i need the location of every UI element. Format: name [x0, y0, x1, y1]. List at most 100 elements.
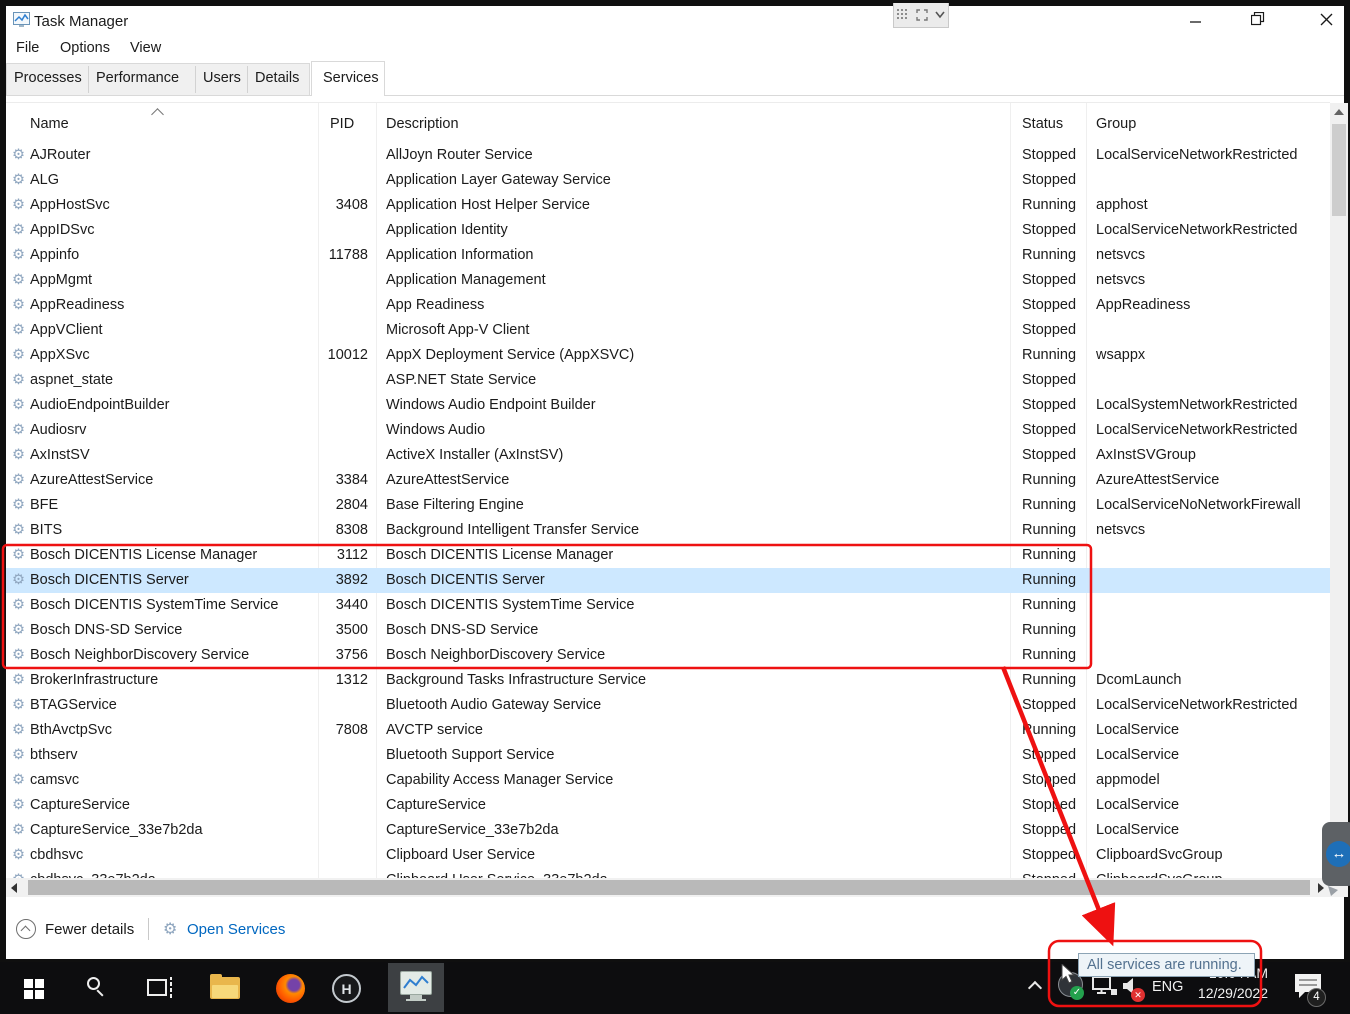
- tab-performance[interactable]: Performance: [96, 70, 179, 86]
- service-gear-icon: ⚙: [12, 693, 25, 718]
- table-row[interactable]: ⚙Bosch NeighborDiscovery Service3756Bosc…: [6, 643, 1330, 668]
- table-row[interactable]: ⚙AppXSvc10012AppX Deployment Service (Ap…: [6, 343, 1330, 368]
- service-gear-icon: ⚙: [12, 568, 25, 593]
- table-row[interactable]: ⚙camsvcCapability Access Manager Service…: [6, 768, 1330, 793]
- table-row[interactable]: ⚙AJRouterAllJoyn Router ServiceStoppedLo…: [6, 143, 1330, 168]
- cell-pid: 3408: [300, 193, 368, 218]
- table-row[interactable]: ⚙CaptureServiceCaptureServiceStoppedLoca…: [6, 793, 1330, 818]
- cell-name: AppMgmt: [30, 268, 92, 293]
- scroll-left-icon[interactable]: [11, 883, 17, 893]
- column-header-status[interactable]: Status: [1022, 116, 1063, 132]
- service-gear-icon: ⚙: [12, 718, 25, 743]
- cell-description: Windows Audio Endpoint Builder: [386, 393, 596, 418]
- table-row[interactable]: ⚙Bosch DICENTIS SystemTime Service3440Bo…: [6, 593, 1330, 618]
- firefox-icon[interactable]: [276, 974, 305, 1003]
- cell-group: DcomLaunch: [1096, 668, 1181, 693]
- cell-name: BFE: [30, 493, 58, 518]
- vertical-scrollbar-thumb[interactable]: [1332, 124, 1346, 216]
- cell-group: ClipboardSvcGroup: [1096, 868, 1223, 878]
- table-row[interactable]: ⚙AppMgmtApplication ManagementStoppednet…: [6, 268, 1330, 293]
- menu-view[interactable]: View: [130, 40, 161, 56]
- start-button[interactable]: [24, 979, 44, 999]
- service-gear-icon: ⚙: [12, 243, 25, 268]
- table-row[interactable]: ⚙AppHostSvc3408Application Host Helper S…: [6, 193, 1330, 218]
- cell-pid: 8308: [300, 518, 368, 543]
- menu-options[interactable]: Options: [60, 40, 110, 56]
- volume-muted-x-badge: ✕: [1131, 988, 1145, 1002]
- table-row[interactable]: ⚙AudioEndpointBuilderWindows Audio Endpo…: [6, 393, 1330, 418]
- tab-services[interactable]: Services: [311, 61, 385, 96]
- fewer-details-chevron-icon[interactable]: [16, 919, 36, 939]
- table-row[interactable]: ⚙AudiosrvWindows AudioStoppedLocalServic…: [6, 418, 1330, 443]
- table-row[interactable]: ⚙Appinfo11788Application InformationRunn…: [6, 243, 1330, 268]
- table-row[interactable]: ⚙cbdhsvcClipboard User ServiceStoppedCli…: [6, 843, 1330, 868]
- cell-name: Bosch NeighborDiscovery Service: [30, 643, 249, 668]
- expand-icon: [916, 9, 928, 21]
- table-row[interactable]: ⚙BrokerInfrastructure1312Background Task…: [6, 668, 1330, 693]
- table-row[interactable]: ⚙bthservBluetooth Support ServiceStopped…: [6, 743, 1330, 768]
- table-row[interactable]: ⚙cbdhsvc_33e7b2daClipboard User Service_…: [6, 868, 1330, 878]
- column-header-pid[interactable]: PID: [330, 116, 354, 132]
- open-services-link[interactable]: Open Services: [187, 921, 285, 938]
- cell-pid: 11788: [300, 243, 368, 268]
- table-row[interactable]: ⚙AzureAttestService3384AzureAttestServic…: [6, 468, 1330, 493]
- table-row[interactable]: ⚙aspnet_stateASP.NET State ServiceStoppe…: [6, 368, 1330, 393]
- close-button[interactable]: [1311, 8, 1341, 30]
- tab-separator: [247, 66, 248, 93]
- service-ok-check-badge: ✓: [1070, 986, 1084, 1000]
- scroll-right-icon[interactable]: [1318, 883, 1324, 893]
- service-gear-icon: ⚙: [12, 393, 25, 418]
- table-row[interactable]: ⚙AxInstSVActiveX Installer (AxInstSV)Sto…: [6, 443, 1330, 468]
- minimize-button[interactable]: [1181, 8, 1211, 30]
- table-row[interactable]: ⚙ALGApplication Layer Gateway ServiceSto…: [6, 168, 1330, 193]
- table-row[interactable]: ⚙BITS8308Background Intelligent Transfer…: [6, 518, 1330, 543]
- cell-status: Stopped: [1022, 143, 1076, 168]
- cell-group: AppReadiness: [1096, 293, 1190, 318]
- table-row[interactable]: ⚙BTAGServiceBluetooth Audio Gateway Serv…: [6, 693, 1330, 718]
- cell-description: CaptureService_33e7b2da: [386, 818, 559, 843]
- cell-group: appmodel: [1096, 768, 1160, 793]
- tooltip: All services are running.: [1078, 953, 1255, 977]
- cell-name: Bosch DICENTIS Server: [30, 568, 189, 593]
- table-row[interactable]: ⚙AppIDSvcApplication IdentityStoppedLoca…: [6, 218, 1330, 243]
- cell-status: Running: [1022, 343, 1076, 368]
- service-gear-icon: ⚙: [12, 518, 25, 543]
- table-row[interactable]: ⚙BFE2804Base Filtering EngineRunningLoca…: [6, 493, 1330, 518]
- cell-group: LocalServiceNoNetworkFirewall: [1096, 493, 1301, 518]
- menu-file[interactable]: File: [16, 40, 39, 56]
- table-row[interactable]: ⚙Bosch DNS-SD Service3500Bosch DNS-SD Se…: [6, 618, 1330, 643]
- remote-session-toolbar[interactable]: [893, 3, 949, 28]
- cell-description: Microsoft App-V Client: [386, 318, 529, 343]
- table-row[interactable]: ⚙CaptureService_33e7b2daCaptureService_3…: [6, 818, 1330, 843]
- task-manager-app-icon: [13, 12, 30, 28]
- service-gear-icon: ⚙: [12, 343, 25, 368]
- service-gear-icon: ⚙: [12, 268, 25, 293]
- cell-description: AppX Deployment Service (AppXSVC): [386, 343, 634, 368]
- cell-status: Stopped: [1022, 818, 1076, 843]
- column-header-name[interactable]: Name: [30, 116, 69, 132]
- column-header-group[interactable]: Group: [1096, 116, 1136, 132]
- column-header-description[interactable]: Description: [386, 116, 459, 132]
- search-icon[interactable]: [87, 977, 100, 990]
- cell-name: AppReadiness: [30, 293, 124, 318]
- cell-name: Appinfo: [30, 243, 79, 268]
- tab-processes[interactable]: Processes: [14, 70, 82, 86]
- table-row[interactable]: ⚙Bosch DICENTIS Server3892Bosch DICENTIS…: [6, 568, 1330, 593]
- restore-button[interactable]: [1243, 8, 1273, 30]
- vertical-scrollbar[interactable]: [1330, 103, 1348, 878]
- horizontal-scrollbar-thumb[interactable]: [28, 880, 1310, 895]
- table-row[interactable]: ⚙BthAvctpSvc7808AVCTP serviceRunningLoca…: [6, 718, 1330, 743]
- bosch-app-icon[interactable]: H: [332, 974, 361, 1003]
- tab-details[interactable]: Details: [255, 70, 299, 86]
- table-row[interactable]: ⚙AppReadinessApp ReadinessStoppedAppRead…: [6, 293, 1330, 318]
- table-row[interactable]: ⚙Bosch DICENTIS License Manager3112Bosch…: [6, 543, 1330, 568]
- tab-users[interactable]: Users: [203, 70, 241, 86]
- cell-pid: 1312: [300, 668, 368, 693]
- cell-name: CaptureService_33e7b2da: [30, 818, 203, 843]
- fewer-details-button[interactable]: Fewer details: [45, 921, 134, 938]
- network-tray-icon[interactable]: [1092, 976, 1118, 998]
- task-view-icon[interactable]: [147, 979, 167, 996]
- scroll-up-icon[interactable]: [1334, 109, 1344, 115]
- table-row[interactable]: ⚙AppVClientMicrosoft App-V ClientStopped: [6, 318, 1330, 343]
- cell-status: Stopped: [1022, 393, 1076, 418]
